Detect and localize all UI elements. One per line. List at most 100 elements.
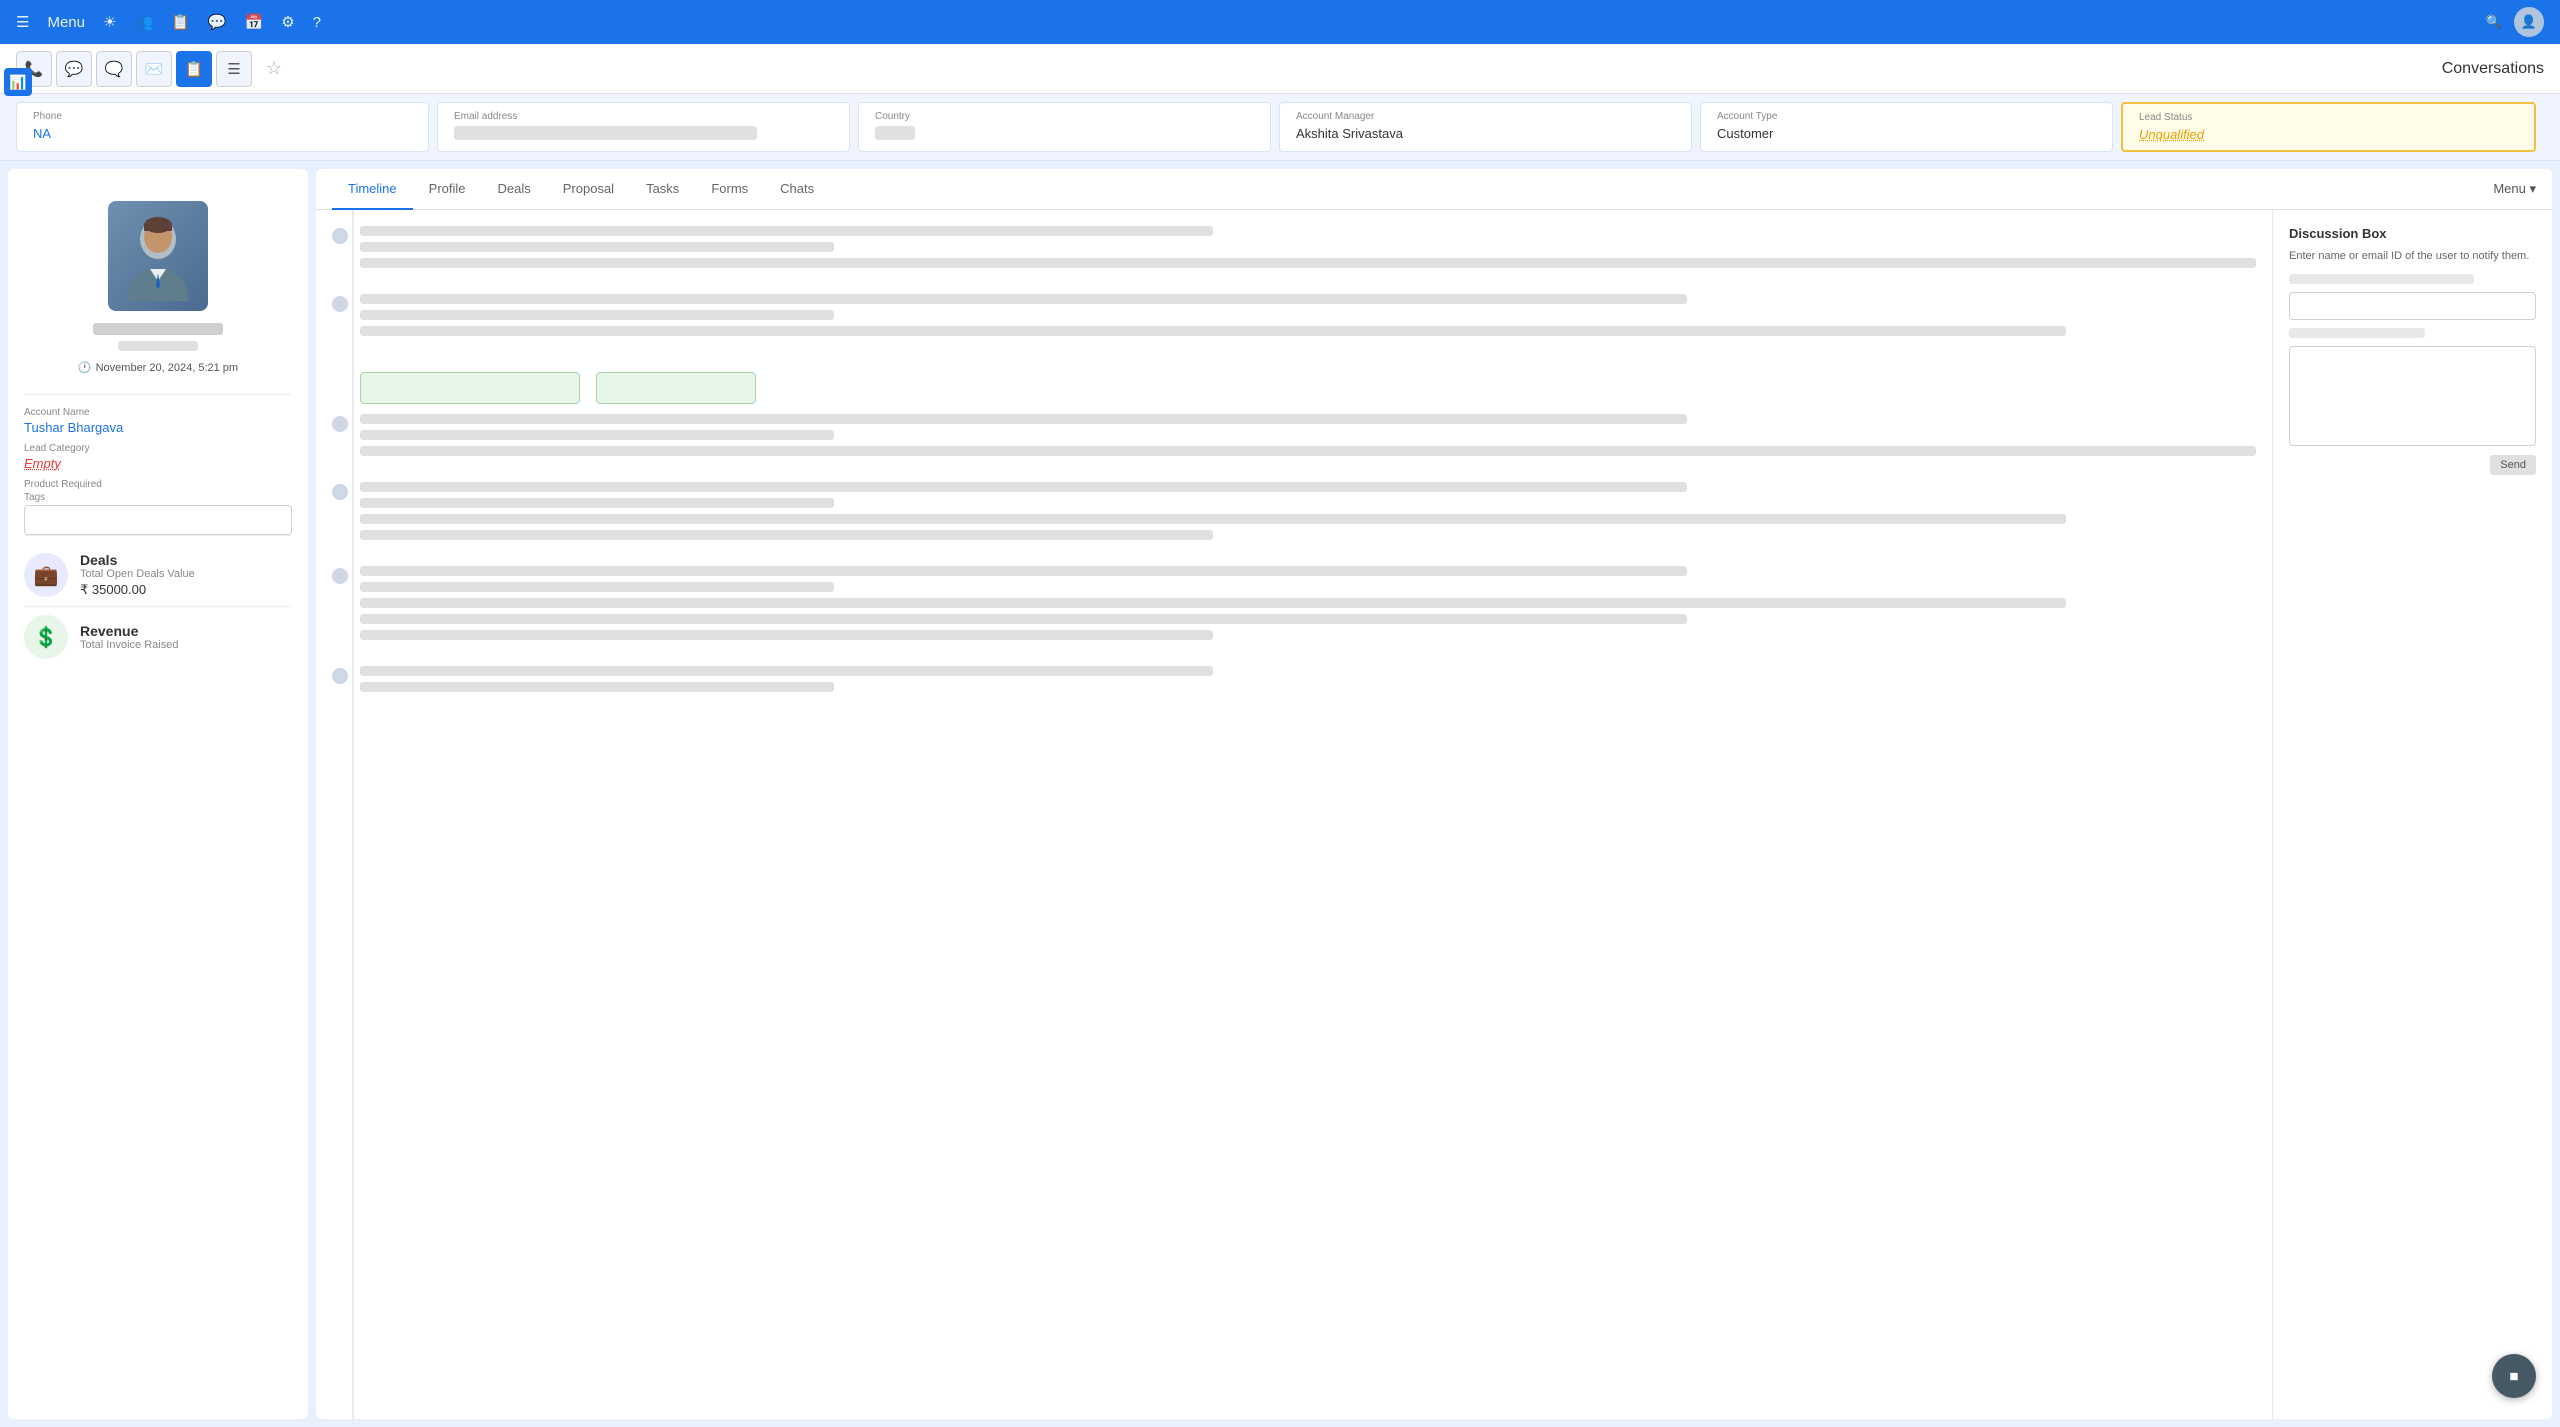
skel [360, 482, 1687, 492]
skel [360, 582, 834, 592]
account-manager-value: Akshita Srivastava [1296, 126, 1675, 141]
toolbar: 📞 💬 🗨️ ✉️ 📋 ☰ ☆ Conversations [0, 44, 2560, 94]
phone-card: Phone NA [16, 102, 429, 152]
account-name-value[interactable]: Tushar Bhargava [24, 420, 292, 435]
account-manager-label: Account Manager [1296, 111, 1675, 122]
fab-button[interactable]: ⏹ [2492, 1354, 2536, 1398]
account-type-card: Account Type Customer [1700, 102, 2113, 152]
contact-name-skeleton [93, 323, 223, 335]
toolbar-list-btn[interactable]: ☰ [216, 51, 252, 87]
discussion-name-input[interactable] [2289, 292, 2536, 320]
timeline-dot-5 [332, 568, 348, 584]
skel [360, 630, 1213, 640]
skel-gap [360, 598, 2256, 640]
revenue-subtitle: Total Invoice Raised [80, 639, 292, 651]
account-manager-card: Account Manager Akshita Srivastava [1279, 102, 1692, 152]
timeline-body-2 [360, 294, 2256, 342]
skel [360, 598, 2066, 608]
avatar-section: 🕐 November 20, 2024, 5:21 pm [24, 185, 292, 382]
timeline-entry-1 [332, 226, 2256, 274]
toolbar-contact-btn[interactable]: 📋 [176, 51, 212, 87]
tab-forms[interactable]: Forms [695, 169, 764, 210]
skel [360, 498, 834, 508]
contacts-icon[interactable]: 👥 [134, 13, 153, 31]
deals-subtitle: Total Open Deals Value [80, 568, 292, 580]
account-type-label: Account Type [1717, 111, 2096, 122]
menu-label: Menu [47, 14, 85, 31]
main-layout: 🕐 November 20, 2024, 5:21 pm Account Nam… [0, 161, 2560, 1427]
skel [360, 682, 834, 692]
sidebar-crm-icon[interactable]: 📊 [4, 68, 32, 96]
hamburger-icon[interactable]: ☰ [16, 13, 29, 31]
discussion-send-button[interactable]: Send [2490, 455, 2536, 475]
chat-icon[interactable]: 💬 [208, 13, 227, 31]
timeline-dot-4 [332, 484, 348, 500]
tab-deals[interactable]: Deals [482, 169, 547, 210]
tags-label: Tags [24, 492, 292, 503]
timeline-body-5 [360, 566, 2256, 646]
skel [360, 242, 834, 252]
revenue-title: Revenue [80, 623, 292, 639]
avatar-svg [118, 211, 198, 301]
country-label: Country [875, 111, 1254, 122]
toolbar-buttons: 📞 💬 🗨️ ✉️ 📋 ☰ ☆ [16, 51, 292, 87]
top-navigation: ☰ Menu ☀ 👥 📋 💬 📅 ⚙ ? 🔍 👤 [0, 0, 2560, 44]
skel [360, 446, 2256, 456]
calendar-icon[interactable]: 📅 [245, 13, 264, 31]
discuss-footer: Send [2289, 455, 2536, 475]
toolbar-star-btn[interactable]: ☆ [256, 51, 292, 87]
green-input-2[interactable] [596, 372, 756, 404]
tags-input[interactable] [24, 505, 292, 535]
timeline-entry-6 [332, 666, 2256, 698]
discussion-hint: Enter name or email ID of the user to no… [2289, 249, 2536, 264]
timeline-content: Discussion Box Enter name or email ID of… [316, 210, 2552, 1419]
skel [360, 414, 1687, 424]
discussion-message-textarea[interactable] [2289, 346, 2536, 446]
content-menu-dropdown[interactable]: Menu ▾ [2493, 181, 2536, 197]
lead-category-field: Lead Category Empty [24, 443, 292, 471]
tab-chats[interactable]: Chats [764, 169, 830, 210]
timeline-body-1 [360, 226, 2256, 274]
nav-right: 🔍 👤 [2486, 7, 2544, 37]
timeline-entry-4 [332, 482, 2256, 546]
lead-category-value[interactable]: Empty [24, 456, 292, 471]
user-avatar[interactable]: 👤 [2514, 7, 2544, 37]
brightness-icon[interactable]: ☀ [103, 13, 116, 31]
left-sidebar: 📊 [0, 60, 36, 104]
tab-proposal[interactable]: Proposal [547, 169, 630, 210]
notes-icon[interactable]: 📋 [171, 13, 190, 31]
tags-field: Tags [24, 492, 292, 535]
skel [360, 326, 2066, 336]
deals-info: Deals Total Open Deals Value ₹ 35000.00 [80, 552, 292, 598]
tabs-bar: Timeline Profile Deals Proposal Tasks Fo… [316, 169, 2552, 210]
discussion-panel: Discussion Box Enter name or email ID of… [2272, 210, 2552, 1419]
green-input-1[interactable] [360, 372, 580, 404]
settings-icon[interactable]: ⚙ [281, 13, 294, 31]
skel-gap [360, 258, 2256, 268]
tab-profile[interactable]: Profile [413, 169, 482, 210]
divider-1 [24, 394, 292, 395]
discuss-sub-skel [2289, 328, 2425, 338]
tab-tasks[interactable]: Tasks [630, 169, 695, 210]
email-card: Email address [437, 102, 850, 152]
deals-section: 💼 Deals Total Open Deals Value ₹ 35000.0… [24, 535, 292, 606]
phone-value[interactable]: NA [33, 126, 412, 141]
timeline-dot-3 [332, 416, 348, 432]
email-label: Email address [454, 111, 833, 122]
contact-avatar [108, 201, 208, 311]
contact-sub-skeleton [118, 341, 198, 351]
toolbar-sms-btn[interactable]: 🗨️ [96, 51, 132, 87]
toolbar-email-btn[interactable]: ✉️ [136, 51, 172, 87]
email-placeholder [454, 126, 757, 140]
skel [360, 258, 2256, 268]
lead-status-value[interactable]: Unqualified [2139, 127, 2518, 142]
tab-timeline[interactable]: Timeline [332, 169, 413, 210]
toolbar-whatsapp-btn[interactable]: 💬 [56, 51, 92, 87]
clock-icon: 🕐 [78, 361, 92, 374]
skel-gap [360, 446, 2256, 456]
help-icon[interactable]: ? [313, 14, 321, 31]
search-icon[interactable]: 🔍 [2486, 14, 2502, 30]
conversations-label: Conversations [2442, 60, 2544, 78]
discussion-title: Discussion Box [2289, 226, 2536, 241]
skel-gap [360, 514, 2256, 540]
